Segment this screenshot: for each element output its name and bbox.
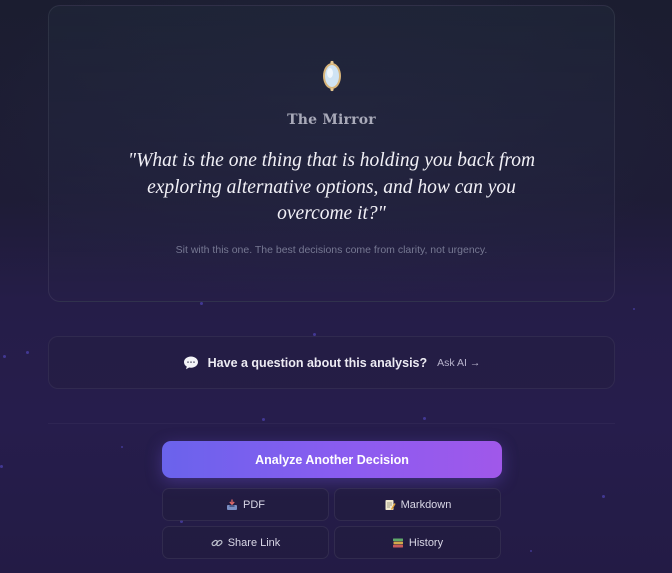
particle-dot	[530, 550, 532, 552]
markdown-export-button[interactable]: Markdown	[334, 488, 501, 521]
particle-dot	[121, 446, 123, 448]
history-label: History	[408, 536, 444, 549]
mirror-title: The Mirror	[287, 112, 376, 128]
mirror-subtitle: Sit with this one. The best decisions co…	[175, 244, 488, 256]
ask-ai-card[interactable]: Have a question about this analysis? Ask…	[48, 336, 615, 389]
particle-dot	[26, 351, 29, 354]
inbox-tray-icon	[227, 499, 237, 510]
particle-dot	[602, 495, 605, 498]
share-link-button[interactable]: Share Link	[162, 526, 329, 559]
particle-dot	[423, 417, 426, 420]
pdf-export-label: PDF	[243, 498, 265, 511]
mirror-icon	[323, 60, 341, 92]
particle-dot	[262, 418, 265, 421]
memo-icon	[385, 499, 396, 510]
particle-dot	[3, 355, 6, 358]
particle-dot	[0, 465, 3, 468]
markdown-export-label: Markdown	[400, 498, 452, 511]
history-button[interactable]: History	[334, 526, 501, 559]
ask-ai-link[interactable]: Ask AI →	[437, 357, 480, 369]
mirror-card: The Mirror "What is the one thing that i…	[48, 5, 615, 302]
share-link-label: Share Link	[227, 536, 281, 549]
link-icon	[211, 539, 223, 546]
particle-dot	[633, 308, 635, 310]
mirror-quote: "What is the one thing that is holding y…	[127, 150, 536, 224]
pdf-export-button[interactable]: PDF	[162, 488, 329, 521]
particle-dot	[200, 302, 203, 305]
ask-question-text: Have a question about this analysis?	[207, 355, 428, 370]
page-background: The Mirror "What is the one thing that i…	[0, 0, 672, 573]
section-divider	[48, 423, 615, 424]
speech-bubble-icon	[183, 356, 198, 369]
books-icon	[392, 538, 403, 547]
analyze-another-decision-button[interactable]: Analyze Another Decision	[162, 441, 502, 478]
